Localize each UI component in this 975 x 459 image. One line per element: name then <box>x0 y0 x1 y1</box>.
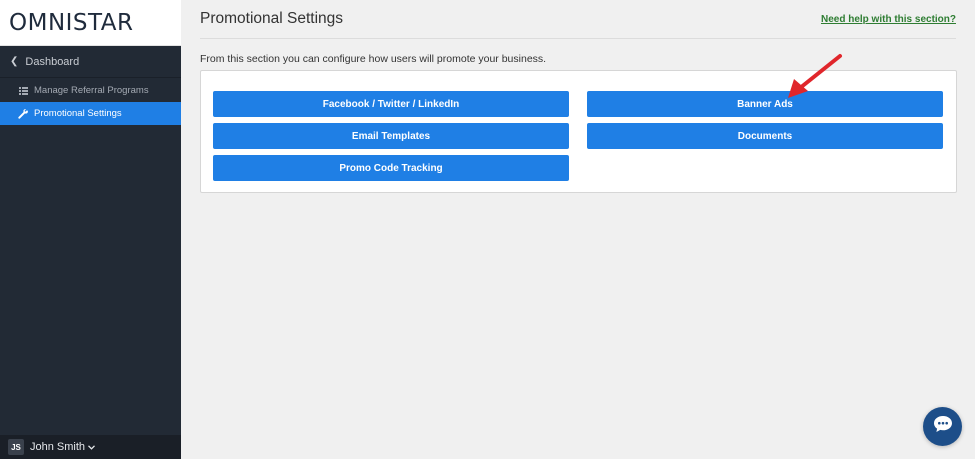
omnistar-logo[interactable]: OMNISTAR <box>9 10 134 36</box>
promo-code-tracking-button[interactable]: Promo Code Tracking <box>213 155 569 181</box>
sidebar-item-promotional-settings[interactable]: Promotional Settings <box>0 102 181 125</box>
sidebar-item-label: Manage Referral Programs <box>34 85 149 96</box>
logo-area: OMNISTAR <box>0 0 181 46</box>
documents-button[interactable]: Documents <box>587 123 943 149</box>
chat-bubble-icon <box>933 415 953 438</box>
chevron-left-icon: ❮ <box>10 56 19 67</box>
list-icon <box>18 86 28 96</box>
section-description: From this section you can configure how … <box>200 53 547 65</box>
sidebar-item-label: Dashboard <box>25 55 80 68</box>
user-name: John Smith <box>30 441 86 453</box>
divider <box>200 38 956 39</box>
user-menu[interactable]: JS John Smith <box>0 435 181 459</box>
sidebar-item-manage-referral-programs[interactable]: Manage Referral Programs <box>0 79 181 102</box>
banner-ads-button[interactable]: Banner Ads <box>587 91 943 117</box>
help-link[interactable]: Need help with this section? <box>821 14 956 25</box>
sidebar-item-label: Promotional Settings <box>34 108 122 119</box>
sidebar-item-dashboard[interactable]: ❮ Dashboard <box>0 46 181 78</box>
chevron-down-icon <box>88 441 95 453</box>
avatar: JS <box>8 439 24 455</box>
wrench-icon <box>18 108 28 119</box>
facebook-twitter-linkedin-button[interactable]: Facebook / Twitter / LinkedIn <box>213 91 569 117</box>
page-title: Promotional Settings <box>200 10 344 27</box>
sidebar: OMNISTAR ❮ Dashboard Manage Referral Pro… <box>0 0 181 459</box>
chat-button[interactable] <box>923 407 962 446</box>
main-content: Promotional Settings Need help with this… <box>181 0 975 459</box>
email-templates-button[interactable]: Email Templates <box>213 123 569 149</box>
red-arrow-annotation <box>788 54 842 98</box>
